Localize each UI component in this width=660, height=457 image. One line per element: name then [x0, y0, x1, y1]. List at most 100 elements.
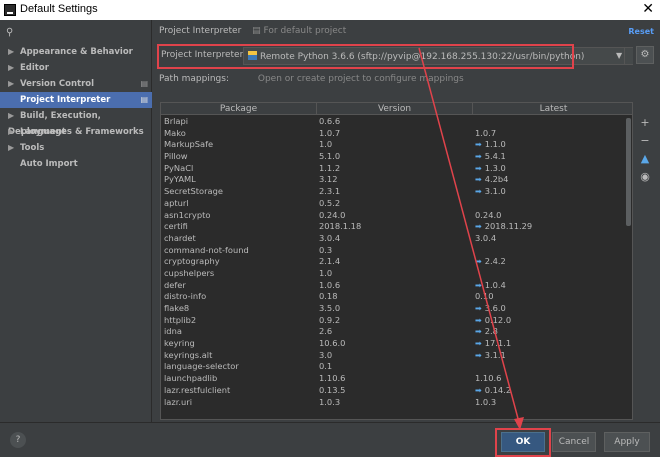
breadcrumb: Project Interpreter ▤ For default projec…	[159, 26, 346, 36]
table-row[interactable]: Pillow 5.1.0 ➡ 5.4.1	[161, 151, 626, 163]
table-row[interactable]: keyrings.alt 3.0 ➡ 3.1.1	[161, 350, 626, 362]
remove-package-icon[interactable]: −	[637, 133, 653, 149]
sidebar-item-project-interpreter[interactable]: Project Interpreter ▤	[0, 92, 152, 108]
settings-sidebar: ⚲ ▶ Appearance & Behavior ▶ Editor ▶ Versio…	[0, 20, 152, 422]
package-name-cell: defer	[164, 280, 186, 292]
version-cell: 1.1.2	[319, 163, 340, 175]
table-row[interactable]: launchpadlib 1.10.6 1.10.6	[161, 373, 626, 385]
latest-cell-text: 1.1.0	[484, 139, 506, 150]
package-name-cell-text: SecretStorage	[164, 186, 223, 197]
column-header-package[interactable]: Package	[161, 103, 317, 115]
sidebar-item-editor[interactable]: ▶ Editor	[0, 60, 152, 76]
table-row[interactable]: Mako 1.0.7 1.0.7	[161, 128, 626, 140]
scrollbar-thumb[interactable]	[626, 118, 631, 226]
table-scrollbar[interactable]	[625, 116, 632, 418]
table-row[interactable]: certifi 2018.1.18 ➡ 2018.11.29	[161, 221, 626, 233]
latest-cell-text: 1.0.3	[475, 396, 497, 407]
version-cell-text: 5.1.0	[319, 151, 341, 162]
table-row[interactable]: Brlapi 0.6.6	[161, 116, 626, 128]
version-cell-text: 0.3	[319, 244, 333, 255]
ok-button[interactable]: OK	[501, 432, 545, 452]
window-title: Default Settings	[20, 3, 98, 15]
package-name-cell-text: lazr.uri	[164, 396, 193, 407]
package-name-cell: command-not-found	[164, 245, 249, 257]
table-row[interactable]: distro-info 0.18 0.10	[161, 291, 626, 303]
table-row[interactable]: SecretStorage 2.3.1 ➡ 3.1.0	[161, 186, 626, 198]
cancel-button[interactable]: Cancel	[552, 432, 596, 452]
table-row[interactable]: keyring 10.6.0 ➡ 17.1.1	[161, 338, 626, 350]
table-row[interactable]: lazr.restfulclient 0.13.5 ➡ 0.14.2	[161, 385, 626, 397]
eye-icon[interactable]: ◉	[637, 169, 653, 185]
column-header-version[interactable]: Version	[317, 103, 473, 115]
package-name-cell-text: PyYAML	[164, 174, 196, 185]
reset-link[interactable]: Reset	[628, 27, 654, 36]
latest-cell-text: 0.14.2	[484, 384, 512, 395]
package-name-cell: language-selector	[164, 361, 239, 373]
column-header-latest[interactable]: Latest	[473, 103, 632, 115]
latest-cell: 3.0.4	[475, 233, 496, 245]
package-name-cell: distro-info	[164, 291, 206, 303]
packages-table: Package Version Latest Brlapi 0.6.6 Mako 1.…	[160, 102, 633, 420]
version-cell: 3.5.0	[319, 303, 340, 315]
version-cell: 0.1	[319, 361, 332, 373]
version-cell-text: 0.6.6	[319, 116, 341, 126]
close-icon[interactable]: ✕	[642, 1, 654, 17]
help-button[interactable]: ?	[10, 432, 26, 448]
table-row[interactable]: lazr.uri 1.0.3 1.0.3	[161, 397, 626, 409]
table-row[interactable]: flake8 3.5.0 ➡ 3.6.0	[161, 303, 626, 315]
latest-cell-text: 3.0.4	[475, 232, 497, 243]
package-name-cell: MarkupSafe	[164, 139, 213, 151]
package-name-cell: chardet	[164, 233, 196, 245]
latest-cell: ➡ 2.4.2	[475, 256, 506, 268]
table-row[interactable]: cryptography 2.1.4 ➡ 2.4.2	[161, 256, 626, 268]
upgrade-package-icon[interactable]: ▲	[637, 151, 653, 167]
package-name-cell-text: command-not-found	[164, 244, 249, 255]
table-row[interactable]: PyNaCl 1.1.2 ➡ 1.3.0	[161, 163, 626, 175]
sidebar-item-auto-import[interactable]: Auto Import	[0, 156, 152, 172]
version-cell: 0.18	[319, 291, 337, 303]
title-bar: Default Settings ✕	[0, 0, 660, 20]
latest-cell-text: 3.6.0	[484, 303, 506, 313]
table-row[interactable]: defer 1.0.6 ➡ 1.0.4	[161, 280, 626, 292]
table-row[interactable]: language-selector 0.1	[161, 361, 626, 373]
package-name-cell: httplib2	[164, 315, 196, 327]
apply-button[interactable]: Apply	[604, 432, 650, 452]
table-row[interactable]: apturl 0.5.2	[161, 198, 626, 210]
version-cell-text: 2.6	[319, 326, 333, 337]
package-name-cell: cupshelpers	[164, 268, 214, 280]
sidebar-item-appearance-behavior[interactable]: ▶ Appearance & Behavior	[0, 44, 152, 60]
package-name-cell: flake8	[164, 303, 189, 315]
page-subtitle: ▤ For default project	[252, 26, 347, 36]
table-row[interactable]: chardet 3.0.4 3.0.4	[161, 233, 626, 245]
sidebar-item-version-control[interactable]: ▶ Version Control ▤	[0, 76, 152, 92]
table-row[interactable]: command-not-found 0.3	[161, 245, 626, 257]
search-icon[interactable]: ⚲	[6, 27, 24, 39]
version-cell: 2.6	[319, 326, 332, 338]
table-row[interactable]: PyYAML 3.12 ➡ 4.2b4	[161, 174, 626, 186]
gear-icon[interactable]: ⚙	[636, 46, 654, 64]
latest-cell: ➡ 2.8	[475, 326, 498, 338]
sidebar-item-languages-frameworks[interactable]: ▶ Languages & Frameworks	[0, 124, 152, 140]
sidebar-item-build-execution-deployment[interactable]: ▶ Build, Execution, Deployment	[0, 108, 152, 137]
page-title: Project Interpreter	[159, 26, 242, 36]
chevron-down-icon[interactable]: ▼	[616, 51, 622, 60]
package-name-cell-text: certifi	[164, 221, 188, 232]
version-cell-text: 3.0	[319, 349, 333, 360]
table-row[interactable]: httplib2 0.9.2 ➡ 0.12.0	[161, 315, 626, 327]
table-row[interactable]: cupshelpers 1.0	[161, 268, 626, 280]
chevron-right-icon: ▶	[8, 47, 15, 56]
table-row[interactable]: idna 2.6 ➡ 2.8	[161, 326, 626, 338]
table-row[interactable]: MarkupSafe 1.0 ➡ 1.1.0	[161, 139, 626, 151]
version-cell: 3.12	[319, 174, 337, 186]
table-row[interactable]: asn1crypto 0.24.0 0.24.0	[161, 210, 626, 222]
upgrade-arrow-icon: ➡	[475, 175, 482, 185]
sidebar-item-tools[interactable]: ▶ Tools	[0, 140, 152, 156]
add-package-icon[interactable]: +	[637, 115, 653, 131]
version-cell-text: 1.0	[319, 139, 333, 150]
version-cell: 2.1.4	[319, 256, 340, 268]
interpreter-select-tail[interactable]	[625, 47, 633, 65]
settings-panel: Project Interpreter ▤ For default projec…	[153, 20, 660, 422]
interpreter-select[interactable]: Remote Python 3.6.6 (sftp://pyvip@192.16…	[243, 47, 625, 65]
path-mappings-value[interactable]: Open or create project to configure mapp…	[258, 74, 464, 84]
latest-cell: ➡ 0.12.0	[475, 315, 511, 327]
